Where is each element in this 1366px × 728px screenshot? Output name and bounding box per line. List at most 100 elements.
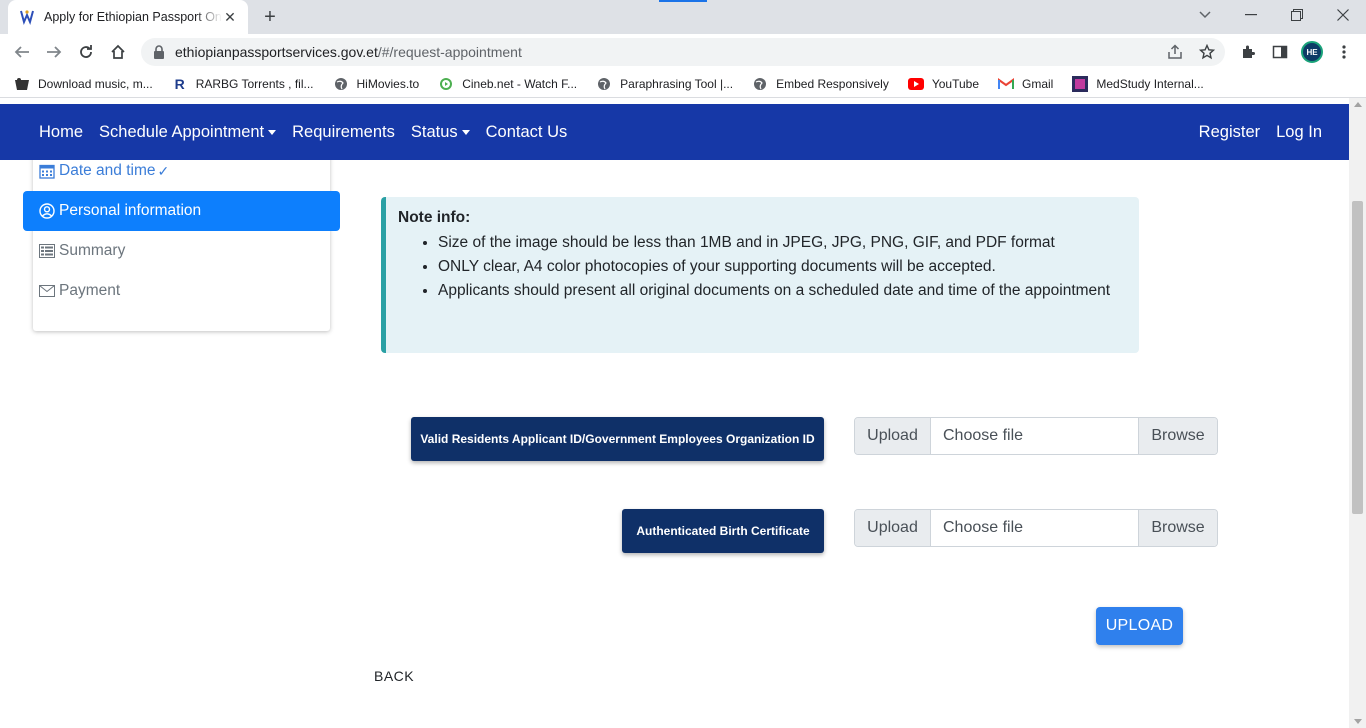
nav-contact-us[interactable]: Contact Us [486,123,568,142]
forward-arrow-icon[interactable] [41,39,67,65]
scroll-thumb[interactable] [1352,201,1363,514]
page-viewport: Date and time ✓ Personal information Sum… [0,98,1366,728]
browser-tab[interactable]: Apply for Ethiopian Passport Online ✕ [8,0,248,34]
bookmark-item[interactable]: HiMovies.to [333,76,420,92]
browser-toolbar: ethiopianpassportservices.gov.et/#/reque… [0,34,1366,70]
step-payment[interactable]: Payment [23,271,340,311]
new-tab-icon[interactable]: + [259,6,281,28]
calendar-icon [39,163,55,179]
nav-auth-links: Register Log In [1183,104,1322,160]
bookmark-item[interactable]: Gmail [998,76,1053,92]
minimize-icon[interactable] [1228,0,1274,30]
close-window-icon[interactable] [1320,0,1366,30]
dropdown-caret-icon [268,130,277,135]
globe-icon [596,76,612,92]
tab-close-icon[interactable]: ✕ [222,9,238,25]
side-panel-icon[interactable] [1269,41,1291,63]
medstudy-icon [1072,75,1089,92]
bookmark-item[interactable]: Download music, m... [14,76,153,92]
bookmark-item[interactable]: YouTube [907,76,979,92]
bookmark-label: YouTube [931,76,979,91]
nav-register[interactable]: Register [1199,123,1260,142]
home-icon[interactable] [105,39,131,65]
back-arrow-icon[interactable] [9,39,35,65]
bookmark-item[interactable]: MedStudy Internal... [1072,75,1204,92]
globe-icon [752,76,768,92]
user-circle-icon [39,203,55,219]
globe-icon [333,76,349,92]
drag-indicator [659,0,707,2]
tab-title: Apply for Ethiopian Passport Online [44,10,222,24]
step-summary[interactable]: Summary [23,231,340,271]
file-upload-resident-id[interactable]: Upload Choose file Browse [854,417,1218,455]
bookmark-item[interactable]: R RARBG Torrents , fil... [172,76,314,92]
nav-label: Status [410,122,458,141]
browse-button[interactable]: Browse [1138,510,1217,546]
bookmark-label: Cineb.net - Watch F... [462,76,578,91]
file-upload-birth-certificate[interactable]: Upload Choose file Browse [854,509,1218,547]
note-list: Size of the image should be less than 1M… [438,231,1127,303]
bookmark-label: MedStudy Internal... [1096,76,1204,91]
checkmark-icon: ✓ [157,162,170,179]
scroll-down-arrow-icon[interactable] [1354,719,1362,724]
doc-label-resident-id: Valid Residents Applicant ID/Government … [411,417,824,461]
file-input[interactable]: Choose file [931,418,1138,454]
bookmark-item[interactable]: Cineb.net - Watch F... [438,76,577,92]
rarbg-icon: R [174,75,185,92]
youtube-icon [907,76,924,92]
nav-home[interactable]: Home [39,123,83,142]
step-label: Personal information [59,202,202,219]
browse-button[interactable]: Browse [1138,418,1217,454]
steps-sidebar: Date and time ✓ Personal information Sum… [23,125,340,331]
doc-label-birth-certificate: Authenticated Birth Certificate [622,509,824,553]
step-personal-information[interactable]: Personal information [23,191,340,231]
dropdown-caret-icon [461,130,470,135]
list-icon [39,243,55,259]
bookmark-item[interactable]: Paraphrasing Tool |... [596,76,733,92]
extensions-icon[interactable] [1237,41,1259,63]
bookmark-label: Paraphrasing Tool |... [620,76,734,91]
gmail-icon [998,76,1014,92]
note-title: Note info: [398,209,471,226]
bookmarks-bar: Download music, m... R RARBG Torrents , … [0,70,1366,98]
upload-prepend: Upload [855,510,931,546]
share-icon[interactable] [1165,42,1185,62]
reload-icon[interactable] [73,39,99,65]
play-icon [438,76,454,92]
upload-button[interactable]: UPLOAD [1096,607,1183,645]
address-bar[interactable]: ethiopianpassportservices.gov.et/#/reque… [141,38,1225,66]
nav-requirements[interactable]: Requirements [292,123,395,142]
bookmark-label: RARBG Torrents , fil... [195,76,314,91]
file-input[interactable]: Choose file [931,510,1138,546]
site-navbar: Home Schedule Appointment Requirements S… [0,104,1349,160]
restore-icon[interactable] [1274,0,1320,30]
url-path: /#/request-appointment [377,44,522,60]
step-label: Summary [59,242,126,259]
tab-strip: Apply for Ethiopian Passport Online ✕ + [0,0,1366,34]
bookmark-item[interactable]: Embed Responsively [752,76,889,92]
note-info-box: Note info: Size of the image should be l… [381,197,1139,353]
profile-avatar[interactable]: HE [1301,41,1323,63]
bookmark-label: Embed Responsively [776,76,889,91]
page-scrollbar[interactable] [1349,98,1366,728]
tab-search-icon[interactable] [1182,0,1228,30]
upload-prepend: Upload [855,418,931,454]
bookmark-label: Gmail [1022,76,1054,91]
back-button[interactable]: BACK [374,668,414,684]
more-menu-icon[interactable] [1333,41,1355,63]
lock-icon [154,45,164,59]
bookmark-star-icon[interactable] [1197,42,1217,62]
nav-login[interactable]: Log In [1276,123,1322,142]
step-label: Payment [59,282,121,299]
nav-status[interactable]: Status [411,123,470,142]
scroll-up-arrow-icon[interactable] [1354,102,1362,107]
envelope-icon [39,283,55,299]
note-item: Size of the image should be less than 1M… [438,231,1127,255]
note-item: Applicants should present all original d… [438,279,1127,303]
step-label: Date and time [59,162,156,179]
site-favicon-icon [20,10,34,26]
nav-schedule-appointment[interactable]: Schedule Appointment [99,122,277,142]
nav-label: Schedule Appointment [99,122,265,141]
bookmark-label: HiMovies.to [356,76,420,91]
bookmark-label: Download music, m... [38,76,153,91]
